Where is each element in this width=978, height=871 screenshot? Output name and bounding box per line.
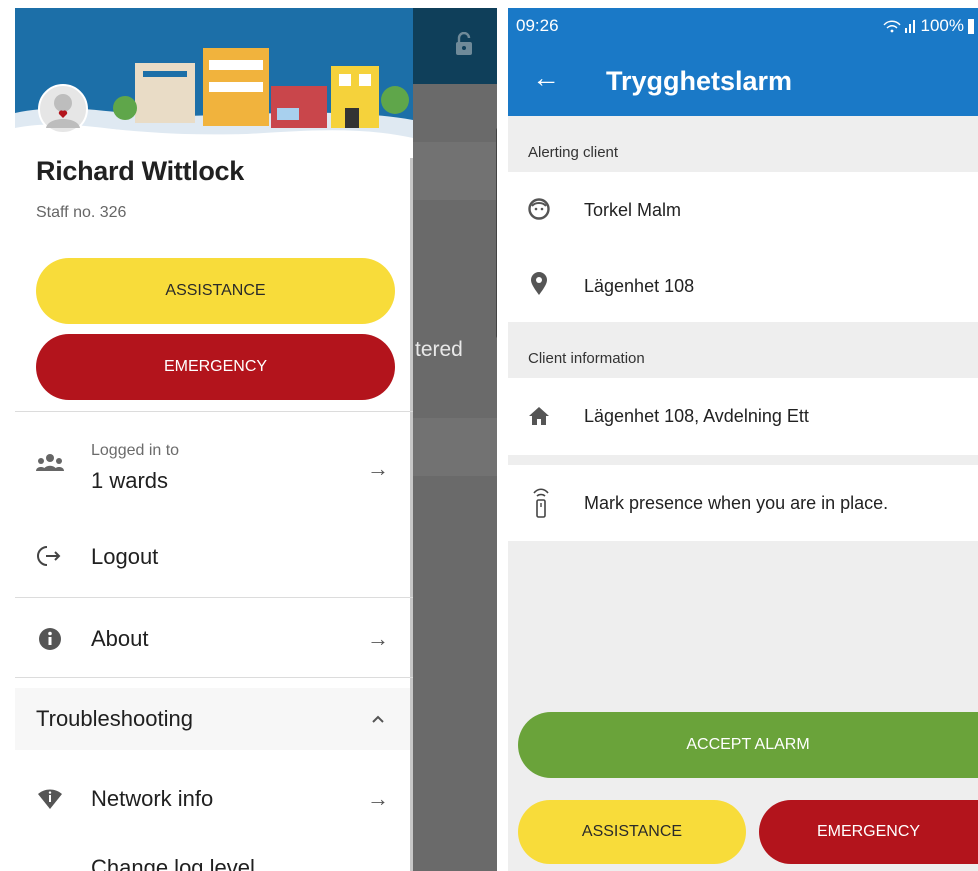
arrow-right-icon: → — [367, 456, 389, 481]
wifi-icon — [38, 789, 62, 809]
page-title: Trygghetslarm — [606, 66, 793, 96]
assistance-button[interactable]: ASSISTANCE — [36, 258, 395, 324]
background-text: tered — [415, 338, 463, 361]
divider — [15, 411, 413, 412]
chevron-up-icon — [372, 715, 384, 723]
left-screen: tered Richard Wittlock Staff no. 326 ASS… — [15, 8, 497, 871]
menu-item-change-log-level[interactable]: Change log level — [91, 855, 255, 871]
menu-item-wards[interactable]: Logged in to 1 wards → — [15, 428, 410, 498]
accept-alarm-button[interactable]: ACCEPT ALARM — [518, 712, 978, 778]
mark-presence-row[interactable]: Mark presence when you are in place. — [508, 465, 978, 541]
unlock-icon — [456, 32, 472, 55]
background-scrollbar — [496, 128, 497, 338]
battery-percent: 100% — [920, 16, 964, 35]
menu-item-about[interactable]: About → — [15, 610, 410, 670]
divider — [15, 597, 413, 598]
location-pin-icon — [531, 272, 547, 295]
alerting-client-card: Torkel Malm Lägenhet 108 — [508, 172, 978, 322]
background-app-bar — [413, 8, 497, 84]
avatar[interactable] — [38, 84, 88, 134]
right-screen: 09:26 100% ← Trygghetslarm Alerting clie… — [508, 8, 978, 871]
background-row — [413, 142, 497, 200]
wards-label: 1 wards — [91, 468, 169, 493]
emergency-button[interactable]: EMERGENCY — [759, 800, 978, 864]
client-address-row: Lägenhet 108, Avdelning Ett — [508, 378, 978, 455]
divider — [15, 677, 413, 678]
arrow-right-icon: → — [367, 786, 389, 811]
presence-text: Mark presence when you are in place. — [584, 493, 889, 513]
face-icon — [528, 198, 550, 220]
troubleshooting-label: Troubleshooting — [36, 706, 193, 731]
profile-name: Richard Wittlock — [36, 156, 244, 186]
app-bar: 09:26 100% ← Trygghetslarm — [508, 8, 978, 116]
battery-icon — [968, 18, 974, 34]
about-label: About — [91, 626, 149, 651]
network-info-label: Network info — [91, 786, 214, 811]
client-location: Lägenhet 108 — [584, 276, 695, 296]
info-icon — [39, 628, 61, 650]
home-icon — [529, 407, 549, 425]
menu-item-network-info[interactable]: Network info → — [15, 768, 410, 828]
background-row — [413, 418, 497, 476]
arrow-right-icon: → — [367, 626, 389, 651]
emergency-button[interactable]: EMERGENCY — [36, 334, 395, 400]
staff-number: Staff no. 326 — [36, 204, 127, 221]
assistance-button[interactable]: ASSISTANCE — [518, 800, 746, 864]
menu-item-troubleshooting[interactable]: Troubleshooting — [15, 688, 410, 750]
presence-tag-icon — [533, 488, 549, 518]
section-header-alerting-client: Alerting client — [528, 144, 619, 161]
status-icons: 100% — [882, 16, 974, 36]
logout-icon — [37, 546, 61, 566]
client-name: Torkel Malm — [584, 200, 682, 220]
header-illustration — [15, 8, 413, 158]
navigation-drawer: Richard Wittlock Staff no. 326 ASSISTANC… — [15, 8, 413, 871]
background-screen: tered — [413, 8, 497, 871]
back-arrow-icon[interactable]: ← — [532, 62, 560, 94]
client-address: Lägenhet 108, Avdelning Ett — [584, 406, 809, 426]
wards-caption: Logged in to — [91, 442, 180, 459]
group-icon — [36, 454, 64, 471]
user-icon — [46, 94, 80, 128]
signal-icon — [882, 20, 915, 33]
logout-label: Logout — [91, 544, 159, 569]
status-time: 09:26 — [516, 16, 559, 35]
section-header-client-information: Client information — [528, 350, 645, 367]
menu-item-logout[interactable]: Logout — [15, 528, 410, 588]
